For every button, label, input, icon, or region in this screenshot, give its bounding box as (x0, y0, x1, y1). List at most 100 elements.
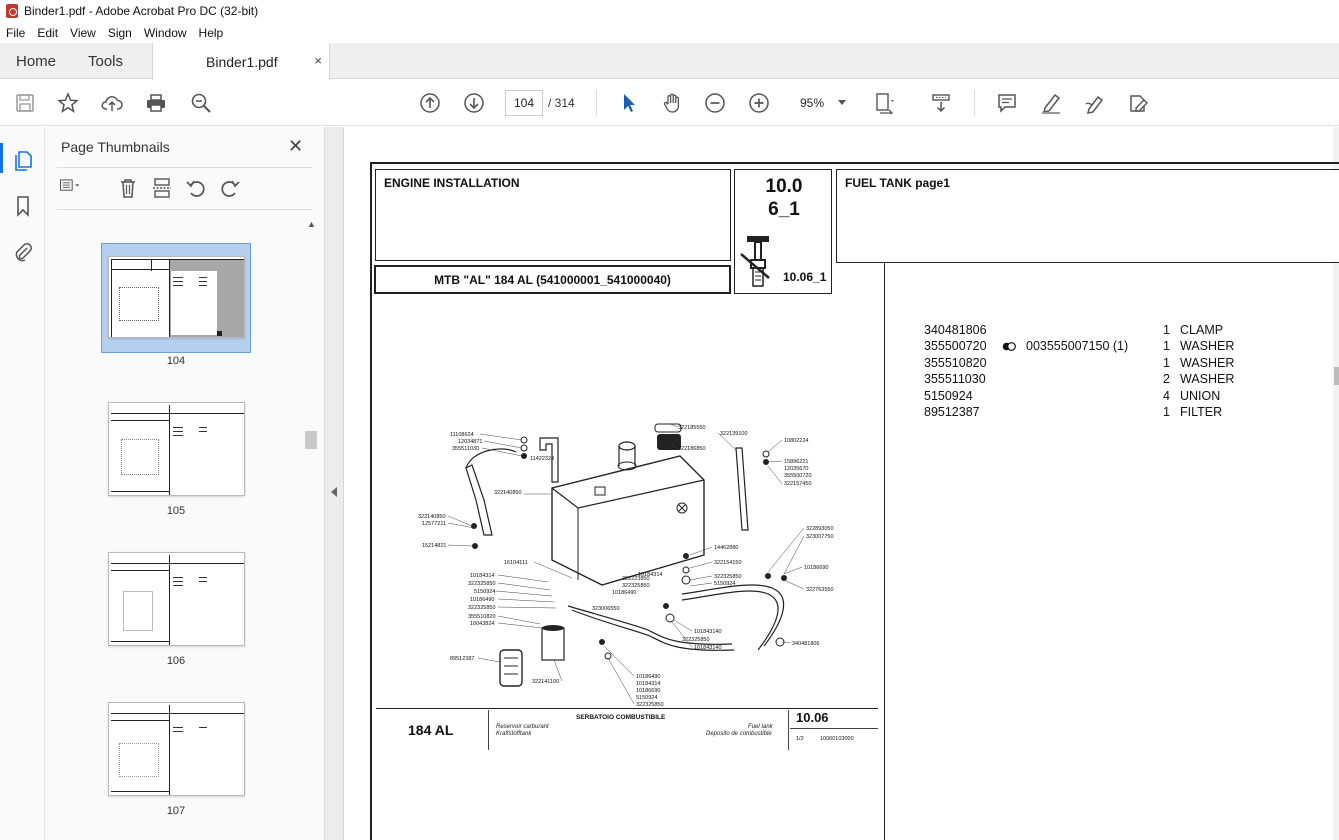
print-icon[interactable] (145, 92, 167, 114)
thumbnail-toolbar (59, 177, 299, 201)
page-number-input[interactable]: 104 (505, 90, 543, 116)
highlight-pen-icon[interactable] (1040, 92, 1062, 114)
divider (376, 708, 878, 709)
close-icon[interactable]: ✕ (288, 136, 303, 157)
diagram-label: 322154150 (714, 560, 742, 566)
thumbnail-105[interactable] (108, 402, 245, 496)
diagram-label: 323007750 (806, 534, 834, 540)
part-code: 5150924 (924, 388, 973, 403)
bookmark-icon[interactable] (12, 195, 34, 217)
menu-help[interactable]: Help (199, 26, 224, 40)
diagram-label: 10186490 (636, 674, 660, 680)
thumbnail-106[interactable] (108, 552, 245, 646)
diagram-label: 10186690 (636, 688, 660, 694)
diagram-label: 10186690 (804, 565, 828, 571)
diagram-label: 322140850 (494, 490, 522, 496)
zoom-search-icon[interactable] (190, 92, 212, 114)
part-qty: 1 (1163, 339, 1170, 354)
diagram-label: 14462880 (714, 545, 738, 551)
diagram-label: 322157450 (784, 481, 812, 487)
menu-file[interactable]: File (6, 26, 25, 40)
window-title: Binder1.pdf - Adobe Acrobat Pro DC (32-b… (24, 4, 259, 18)
fuel-tank-exploded-diagram: 11108624 12034871 355511030 11422324 322… (418, 423, 834, 708)
thumbnail-options-icon[interactable] (59, 177, 81, 199)
tab-tools[interactable]: Tools (88, 53, 123, 70)
upload-cloud-icon[interactable] (101, 92, 123, 114)
draw-pen-icon[interactable] (1084, 92, 1106, 114)
diagram-label: 89512387 (450, 656, 474, 662)
diagram-label: 15214821 (422, 543, 446, 549)
save-icon[interactable] (14, 92, 36, 114)
thumbnail-104[interactable] (108, 256, 245, 338)
star-icon[interactable] (57, 92, 79, 114)
page-fit-icon[interactable] (874, 92, 896, 117)
chevron-down-icon[interactable] (838, 100, 846, 105)
page-total: / 314 (548, 96, 575, 110)
section-number-box: 10.0 6_1 10.06_1 (734, 169, 832, 294)
menu-view[interactable]: View (70, 26, 96, 40)
diagram-label: 5150924 (636, 695, 657, 701)
menu-sign[interactable]: Sign (108, 26, 132, 40)
rotate-left-icon[interactable] (185, 177, 207, 199)
arrow-up-circle-icon[interactable] (419, 92, 441, 114)
diagram-label: 10186490 (612, 590, 636, 596)
tab-document-label: Binder1.pdf (206, 54, 278, 70)
comment-icon[interactable] (996, 92, 1018, 114)
part-qty: 1 (1163, 404, 1170, 419)
attachment-icon[interactable] (12, 241, 34, 263)
footer-english: Fuel tank (748, 724, 773, 730)
chevron-left-icon[interactable] (331, 487, 337, 497)
stamp-edit-icon[interactable] (1127, 92, 1149, 114)
tab-home[interactable]: Home (16, 53, 56, 70)
scroll-mode-icon[interactable] (930, 92, 952, 114)
part-qty: 1 (1163, 355, 1170, 370)
thumbnail-label: 104 (166, 355, 186, 367)
thumbnail-107[interactable] (108, 702, 245, 796)
part-qty: 2 (1163, 372, 1170, 387)
cursor-arrow-icon[interactable] (618, 92, 640, 114)
part-desc: WASHER (1180, 355, 1235, 370)
footer-number: 10.06 (796, 710, 829, 725)
active-indicator (0, 143, 3, 173)
panel-title: Page Thumbnails (61, 139, 170, 155)
diagram-label: 5150924 (474, 589, 495, 595)
hand-icon[interactable] (661, 92, 683, 114)
diagram-label: 355510820 (468, 614, 496, 620)
model-line: MTB "AL" 184 AL (541000001_541000040) (434, 273, 671, 287)
menu-edit[interactable]: Edit (37, 26, 58, 40)
divider (57, 209, 312, 210)
chevron-up-icon[interactable]: ▲ (307, 219, 316, 229)
tab-document[interactable]: Binder1.pdf × (152, 43, 330, 80)
part-code: 355511030 (924, 372, 986, 387)
menu-window[interactable]: Window (144, 26, 187, 40)
thumbnail-scrollbar[interactable]: ▲ (303, 219, 319, 839)
trash-icon[interactable] (117, 177, 139, 199)
diagram-label: 322325850 (622, 583, 650, 589)
arrow-down-circle-icon[interactable] (463, 92, 485, 114)
close-tab-icon[interactable]: × (314, 53, 322, 68)
plus-circle-icon[interactable] (748, 92, 770, 114)
diagram-label: 101843140 (694, 645, 722, 651)
page-divider (884, 262, 885, 840)
divider (57, 167, 312, 168)
panel-collapse-strip[interactable] (325, 127, 344, 840)
footer-code: 10060103000 (820, 736, 854, 742)
alternate-part-code: 003555007150 (1) (1026, 339, 1129, 354)
page-thumbnails-icon[interactable] (12, 149, 34, 171)
tab-bar: Home Tools Binder1.pdf × (0, 43, 1339, 80)
toolbar-divider (974, 90, 975, 116)
insert-page-icon[interactable] (151, 177, 173, 199)
minus-circle-icon[interactable] (704, 92, 726, 114)
rotate-right-icon[interactable] (219, 177, 241, 199)
part-qty: 4 (1163, 388, 1170, 403)
footer-french: Reservoir carburant (496, 724, 549, 730)
alternate-part-icon (1002, 342, 1016, 352)
diagram-label: 12035670 (784, 466, 808, 472)
part-code: 355510820 (924, 355, 987, 370)
scrollbar-thumb[interactable] (305, 431, 317, 449)
footer-german: Kraftstofftank (496, 731, 532, 737)
diagram-label: 322139100 (720, 431, 748, 437)
toolbar: 104 / 314 95% (0, 80, 1339, 126)
part-desc: WASHER (1180, 339, 1235, 354)
diagram-label: 10043824 (470, 621, 494, 627)
